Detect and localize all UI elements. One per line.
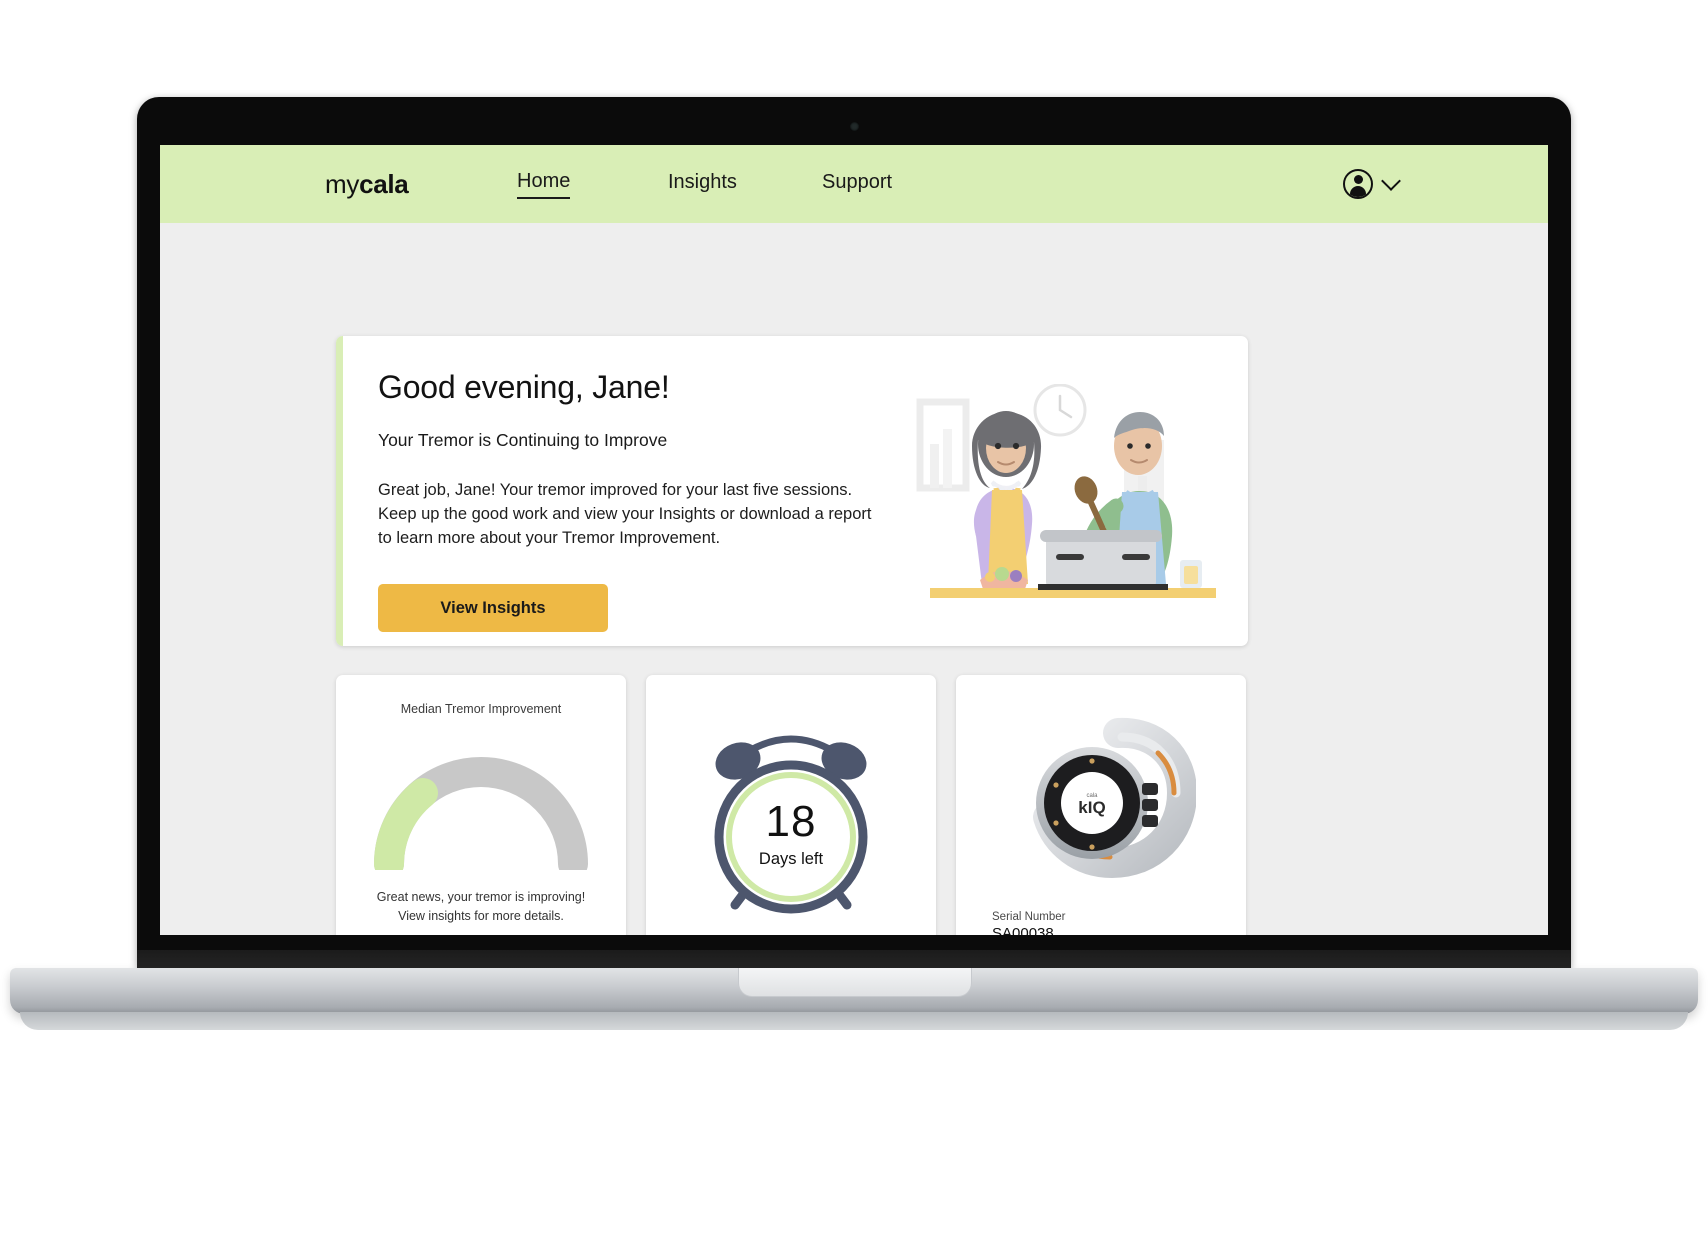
chevron-down-icon[interactable] [1381, 171, 1401, 191]
nav-item-home[interactable]: Home [517, 170, 571, 199]
gauge-caption: Great news, your tremor is improving! Vi… [376, 890, 586, 924]
nav-item-support[interactable]: Support [822, 171, 892, 198]
hero-card: Good evening, Jane! Your Tremor is Conti… [336, 336, 1248, 646]
wrist-device-graphic: cala kIQ [1033, 717, 1198, 879]
svg-text:kIQ: kIQ [1078, 798, 1105, 817]
logo-prefix: my [325, 168, 360, 199]
hero-body-text: Great job, Jane! Your tremor improved fo… [378, 481, 872, 547]
laptop-mockup: mycala Home Insights Support Good evenin… [0, 0, 1708, 1240]
webcam-icon [850, 122, 859, 131]
tremor-improvement-gauge [361, 738, 601, 879]
screen-viewport: mycala Home Insights Support Good evenin… [160, 145, 1548, 935]
logo-suffix: cala [359, 168, 409, 199]
greeting-title: Good evening, Jane! [378, 369, 670, 405]
laptop-base-foot [20, 1012, 1688, 1030]
gauge-card-title: Median Tremor Improvement [400, 702, 562, 716]
two-people-cooking-illustration [916, 384, 1216, 598]
nav-item-insights[interactable]: Insights [668, 171, 737, 198]
device-info-card: cala kIQ Serial Number SA00038 Firmware … [956, 675, 1246, 935]
median-tremor-improvement-card: Median Tremor Improvement Great news, yo… [336, 675, 626, 935]
serial-number-label: Serial Number [992, 911, 1066, 923]
cala-kiq-device-image: cala kIQ [1006, 717, 1198, 887]
hero-subtitle: Your Tremor is Continuing to Improve [378, 430, 668, 450]
serial-number-value: SA00038 [992, 925, 1054, 935]
days-left-number: 18 [765, 797, 817, 846]
user-avatar-icon[interactable] [1343, 169, 1373, 199]
app-logo[interactable]: mycala [325, 168, 409, 200]
days-left-label: Days left [758, 850, 824, 868]
alarm-clock-icon: 18 Days left [691, 719, 891, 929]
hero-accent-stripe [336, 336, 343, 646]
gauge-arc [374, 757, 588, 879]
top-navigation-bar: mycala Home Insights Support [160, 145, 1548, 223]
main-content: Good evening, Jane! Your Tremor is Conti… [160, 223, 1548, 935]
laptop-base-notch [738, 968, 972, 997]
band-expiry-card: 18 Days left Your band is going to expir… [646, 675, 936, 935]
device-metadata: Serial Number SA00038 Firmware Version 2… [992, 911, 1246, 935]
hero-view-insights-button[interactable]: View Insights [378, 584, 608, 632]
account-menu[interactable] [1343, 169, 1401, 199]
